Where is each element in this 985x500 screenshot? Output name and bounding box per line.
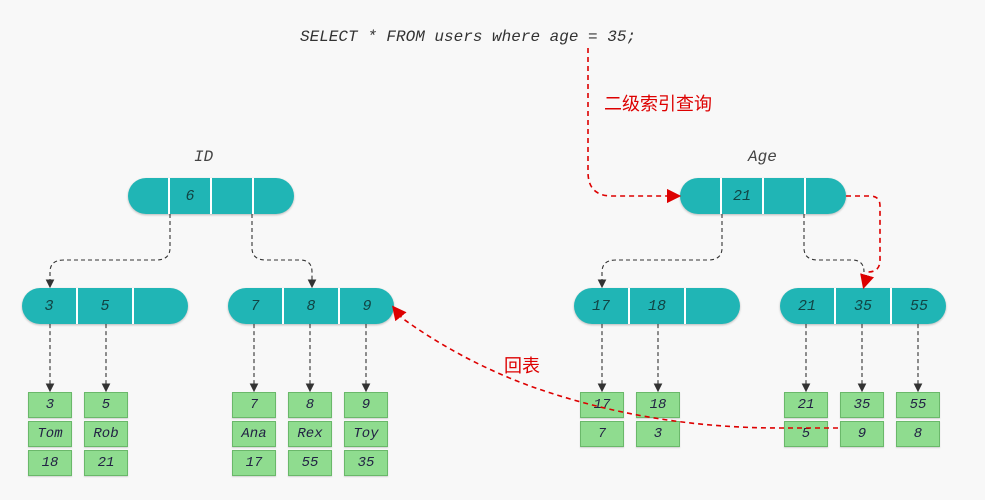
- id-leaf: 5 Rob 21: [84, 392, 128, 476]
- id-branch-cell: [134, 288, 188, 324]
- leaf-id: 8: [288, 392, 332, 418]
- id-leaf: 3 Tom 18: [28, 392, 72, 476]
- age-leaf: 18 3: [636, 392, 680, 447]
- id-branch-cell: 7: [228, 288, 284, 324]
- age-root-cell: 21: [722, 178, 764, 214]
- leaf-age: 35: [840, 392, 884, 418]
- id-leaf: 7 Ana 17: [232, 392, 276, 476]
- age-branch-cell: 55: [892, 288, 946, 324]
- leaf-id: 8: [896, 421, 940, 447]
- id-leaf: 9 Toy 35: [344, 392, 388, 476]
- leaf-id: 9: [840, 421, 884, 447]
- id-branch-cell: 3: [22, 288, 78, 324]
- leaf-age: 17: [580, 392, 624, 418]
- tree-label-id: ID: [194, 148, 213, 166]
- leaf-name: Rex: [288, 421, 332, 447]
- leaf-age: 17: [232, 450, 276, 476]
- id-branch-left: 3 5: [22, 288, 188, 324]
- leaf-id: 9: [344, 392, 388, 418]
- id-leaf: 8 Rex 55: [288, 392, 332, 476]
- leaf-name: Ana: [232, 421, 276, 447]
- leaf-id: 7: [232, 392, 276, 418]
- connector-layer: [0, 0, 985, 500]
- id-branch-cell: 5: [78, 288, 134, 324]
- leaf-age: 18: [636, 392, 680, 418]
- back-table-label: 回表: [504, 352, 540, 378]
- leaf-id: 3: [636, 421, 680, 447]
- leaf-name: Tom: [28, 421, 72, 447]
- age-branch-cell: 18: [630, 288, 686, 324]
- age-branch-cell: 21: [780, 288, 836, 324]
- leaf-id: 5: [784, 421, 828, 447]
- secondary-index-lookup-label: 二级索引查询: [604, 90, 712, 116]
- leaf-id: 7: [580, 421, 624, 447]
- age-leaf: 35 9: [840, 392, 884, 447]
- age-root-node: 21: [680, 178, 846, 214]
- leaf-age: 35: [344, 450, 388, 476]
- leaf-id: 3: [28, 392, 72, 418]
- age-root-cell: [680, 178, 722, 214]
- sql-query: SELECT * FROM users where age = 35;: [300, 28, 636, 46]
- age-leaf: 55 8: [896, 392, 940, 447]
- id-branch-cell: 9: [340, 288, 394, 324]
- leaf-name: Toy: [344, 421, 388, 447]
- leaf-age: 55: [288, 450, 332, 476]
- age-root-cell: [764, 178, 806, 214]
- leaf-id: 5: [84, 392, 128, 418]
- leaf-name: Rob: [84, 421, 128, 447]
- leaf-age: 21: [84, 450, 128, 476]
- age-leaf: 21 5: [784, 392, 828, 447]
- age-branch-cell: 17: [574, 288, 630, 324]
- id-root-node: 6: [128, 178, 294, 214]
- id-root-cell: [254, 178, 294, 214]
- leaf-age: 55: [896, 392, 940, 418]
- leaf-age: 21: [784, 392, 828, 418]
- id-root-cell: [212, 178, 254, 214]
- id-root-cell: [128, 178, 170, 214]
- leaf-age: 18: [28, 450, 72, 476]
- id-branch-right: 7 8 9: [228, 288, 394, 324]
- age-branch-left: 17 18: [574, 288, 740, 324]
- id-branch-cell: 8: [284, 288, 340, 324]
- id-root-cell: 6: [170, 178, 212, 214]
- tree-label-age: Age: [748, 148, 777, 166]
- age-branch-cell: [686, 288, 740, 324]
- age-branch-right: 21 35 55: [780, 288, 946, 324]
- age-leaf: 17 7: [580, 392, 624, 447]
- age-root-cell: [806, 178, 846, 214]
- age-branch-cell: 35: [836, 288, 892, 324]
